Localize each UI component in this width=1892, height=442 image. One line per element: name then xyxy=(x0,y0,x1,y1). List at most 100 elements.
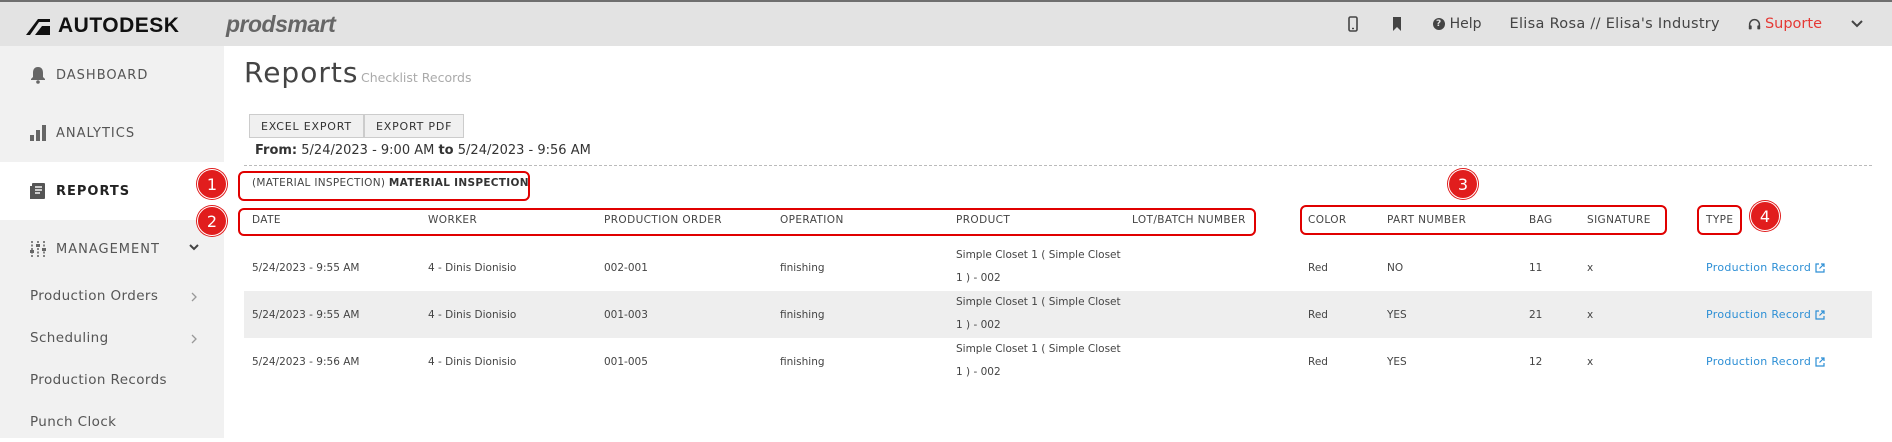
highlight-standard-columns xyxy=(238,208,1256,236)
cell-bag: 21 xyxy=(1529,309,1543,321)
chevron-down-icon[interactable] xyxy=(1850,19,1864,29)
sidebar-item-dashboard[interactable]: DASHBOARD xyxy=(0,46,224,104)
from-label: From: xyxy=(255,143,298,158)
sidebar-item-label: DASHBOARD xyxy=(56,67,149,83)
link-label: Production Record xyxy=(1706,261,1812,274)
external-link-icon xyxy=(1815,356,1825,367)
highlight-section-title xyxy=(238,171,530,201)
mobile-icon[interactable] xyxy=(1345,16,1361,32)
table-row: 5/24/2023 - 9:56 AM 4 - Dinis Dionisio 0… xyxy=(244,338,1872,385)
cell-signature: x xyxy=(1587,309,1594,321)
sidebar-item-scheduling[interactable]: Scheduling xyxy=(0,318,224,358)
cell-bag: 11 xyxy=(1529,262,1543,274)
top-right-actions: ? Help Elisa Rosa // Elisa's Industry Su… xyxy=(1345,2,1864,46)
sidebar-item-production-orders[interactable]: Production Orders xyxy=(0,276,224,316)
sidebar-item-label: Scheduling xyxy=(30,330,109,346)
report-icon xyxy=(30,183,45,199)
autodesk-logo[interactable]: AUTODESK xyxy=(26,14,179,38)
cell-product-line: 1 ) - 002 xyxy=(956,272,1001,284)
cell-worker: 4 - Dinis Dionisio xyxy=(428,262,517,274)
sidebar-item-label: ANALYTICS xyxy=(56,125,136,141)
bar-chart-icon xyxy=(30,125,46,141)
autodesk-mark-icon xyxy=(26,19,50,35)
production-record-link[interactable]: Production Record xyxy=(1706,308,1825,321)
sidebar-item-production-records[interactable]: Production Records xyxy=(0,360,224,400)
sidebar-item-label: Production Records xyxy=(30,372,167,388)
cell-date: 5/24/2023 - 9:55 AM xyxy=(252,309,360,321)
annotation-badge-2: 2 xyxy=(197,206,227,236)
user-account-label[interactable]: Elisa Rosa // Elisa's Industry xyxy=(1510,16,1720,32)
date-range: From: 5/24/2023 - 9:00 AM to 5/24/2023 -… xyxy=(255,143,591,158)
cell-color: Red xyxy=(1308,309,1328,321)
cell-production-order: 001-005 xyxy=(604,356,648,368)
external-link-icon xyxy=(1815,309,1825,320)
annotation-badge-3: 3 xyxy=(1448,169,1478,199)
cell-worker: 4 - Dinis Dionisio xyxy=(428,356,517,368)
production-record-link[interactable]: Production Record xyxy=(1706,261,1825,274)
help-label: Help xyxy=(1449,16,1482,32)
cell-worker: 4 - Dinis Dionisio xyxy=(428,309,517,321)
sidebar-item-punch-clock[interactable]: Punch Clock xyxy=(0,402,224,442)
cell-product: Simple Closet 1 ( Simple Closet 1 ) - 00… xyxy=(956,291,1121,337)
cell-production-order: 002-001 xyxy=(604,262,648,274)
support-link[interactable]: Suporte xyxy=(1748,16,1822,32)
chevron-down-icon xyxy=(189,244,199,251)
brand-name: AUTODESK xyxy=(58,14,180,37)
sliders-icon xyxy=(30,241,46,257)
support-label: Suporte xyxy=(1764,16,1822,32)
sidebar-item-label: MANAGEMENT xyxy=(56,241,160,257)
cell-product: Simple Closet 1 ( Simple Closet 1 ) - 00… xyxy=(956,338,1121,384)
cell-part-number: YES xyxy=(1387,356,1407,368)
external-link-icon xyxy=(1815,262,1825,273)
cell-product-line: Simple Closet 1 ( Simple Closet xyxy=(956,296,1121,308)
table-row: 5/24/2023 - 9:55 AM 4 - Dinis Dionisio 0… xyxy=(244,244,1872,291)
prodsmart-logo[interactable]: prodsmart xyxy=(226,11,336,38)
to-value: 5/24/2023 - 9:56 AM xyxy=(457,143,591,158)
divider xyxy=(244,165,1872,166)
cell-product-line: Simple Closet 1 ( Simple Closet xyxy=(956,343,1121,355)
cell-product-line: 1 ) - 002 xyxy=(956,366,1001,378)
annotation-badge-4: 4 xyxy=(1750,201,1780,231)
sidebar-item-reports[interactable]: REPORTS xyxy=(0,162,224,220)
sidebar-item-label: REPORTS xyxy=(56,183,131,199)
sidebar: DASHBOARD ANALYTICS REPORTS MANAGEMENT P… xyxy=(0,46,224,438)
sidebar-item-analytics[interactable]: ANALYTICS xyxy=(0,104,224,162)
sidebar-item-label: Punch Clock xyxy=(30,414,117,430)
cell-production-order: 001-003 xyxy=(604,309,648,321)
page-subtitle: Checklist Records xyxy=(361,70,472,85)
cell-part-number: NO xyxy=(1387,262,1404,274)
annotation-badge-1: 1 xyxy=(197,169,227,199)
cell-signature: x xyxy=(1587,262,1594,274)
chevron-right-icon xyxy=(191,292,197,302)
cell-color: Red xyxy=(1308,262,1328,274)
production-record-link[interactable]: Production Record xyxy=(1706,355,1825,368)
link-label: Production Record xyxy=(1706,355,1812,368)
cell-operation: finishing xyxy=(780,356,825,368)
cell-date: 5/24/2023 - 9:55 AM xyxy=(252,262,360,274)
help-icon: ? xyxy=(1432,18,1445,30)
chevron-right-icon xyxy=(191,334,197,344)
cell-color: Red xyxy=(1308,356,1328,368)
cell-bag: 12 xyxy=(1529,356,1543,368)
help-link[interactable]: ? Help xyxy=(1432,16,1482,32)
highlight-checklist-columns xyxy=(1300,205,1667,235)
main-content: Reports Checklist Records EXCEL EXPORT E… xyxy=(224,46,1892,438)
cell-part-number: YES xyxy=(1387,309,1407,321)
from-value: 5/24/2023 - 9:00 AM xyxy=(301,143,435,158)
link-label: Production Record xyxy=(1706,308,1812,321)
headset-icon xyxy=(1748,18,1761,29)
sidebar-item-management[interactable]: MANAGEMENT xyxy=(0,220,224,278)
cell-operation: finishing xyxy=(780,309,825,321)
table-row: 5/24/2023 - 9:55 AM 4 - Dinis Dionisio 0… xyxy=(244,291,1872,338)
highlight-type-column xyxy=(1697,205,1742,235)
excel-export-button[interactable]: EXCEL EXPORT xyxy=(249,114,364,138)
bookmark-icon[interactable] xyxy=(1389,16,1405,32)
export-pdf-button[interactable]: EXPORT PDF xyxy=(364,114,465,138)
cell-product-line: 1 ) - 002 xyxy=(956,319,1001,331)
bell-icon xyxy=(31,67,45,84)
cell-signature: x xyxy=(1587,356,1594,368)
cell-operation: finishing xyxy=(780,262,825,274)
page-title: Reports xyxy=(244,56,359,89)
sidebar-item-label: Production Orders xyxy=(30,288,159,304)
cell-date: 5/24/2023 - 9:56 AM xyxy=(252,356,360,368)
